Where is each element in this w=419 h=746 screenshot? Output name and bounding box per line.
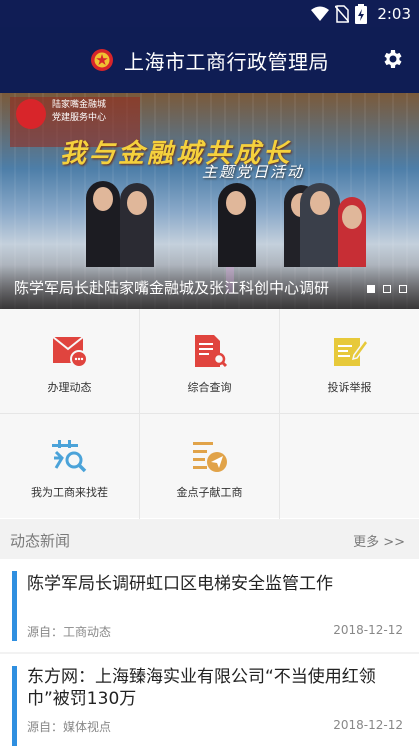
grid-divider [139,309,140,519]
news-item[interactable]: 东方网：上海臻海实业有限公司“不当使用红领巾”被罚130万 源自：媒体视点 20… [0,654,419,746]
news-accent-bar [12,571,17,641]
person-head [127,191,147,215]
func-label: 金点子献工商 [176,486,243,499]
emblem-icon [91,49,113,71]
carousel-indicators [367,285,407,293]
person-head [226,191,246,215]
news-title: 东方网：上海臻海实业有限公司“不当使用红领巾”被罚130万 [27,667,376,709]
func-complaint[interactable]: 投诉举报 [280,309,419,413]
app-title: 上海市工商行政管理局 [124,49,329,74]
status-bar: 2:03 [0,0,419,27]
grid-divider [279,309,280,519]
app-bar: 上海市工商行政管理局 [0,27,419,93]
func-search[interactable]: 综合查询 [140,309,279,413]
banner-caption: 陈学军局长赴陆家嘴金融城及张江科创中心调研 [14,279,330,297]
magnifier-tree-icon [51,440,86,473]
more-news-link[interactable]: 更多 >> [353,531,405,550]
func-progress[interactable]: 办理动态 [0,309,139,413]
news-source: 源自：媒体视点 [27,720,112,734]
news-section-title: 动态新闻 [10,532,71,550]
news-date: 2018-12-12 [333,623,403,637]
battery-icon [355,4,368,24]
status-icons: 2:03 [311,4,411,24]
edit-document-icon [333,338,368,366]
news-accent-bar [12,666,17,746]
function-grid: 办理动态 综合查询 投诉举报 我为工商来找茬 金点子献工商 [0,309,419,519]
func-label: 办理动态 [47,381,92,394]
func-suggestion[interactable]: 金点子献工商 [140,414,279,518]
grid-divider [0,413,419,414]
settings-gear-icon[interactable] [381,47,405,71]
carousel-dot[interactable] [399,285,407,293]
func-label: 综合查询 [187,381,232,394]
news-item[interactable]: 陈学军局长调研虹口区电梯安全监管工作 源自：工商动态 2018-12-12 [0,559,419,652]
person-head [310,191,330,215]
func-empty [280,414,419,518]
person-head [342,205,362,229]
news-source: 源自：工商动态 [27,625,112,639]
news-date: 2018-12-12 [333,718,403,732]
send-list-icon [192,442,227,472]
banner-carousel[interactable]: 陆家嘴金融城 党建服务中心 我与金融城共成长 主题党日活动 陈学军局长赴陆家嘴金… [0,93,419,309]
mail-chat-icon [51,336,88,368]
clock: 2:03 [377,5,411,23]
func-findfault[interactable]: 我为工商来找茬 [0,414,139,518]
news-title: 陈学军局长调研虹口区电梯安全监管工作 [27,574,333,594]
func-label: 我为工商来找茬 [31,486,108,499]
wifi-icon [311,6,330,21]
carousel-dot[interactable] [383,285,391,293]
func-label: 投诉举报 [327,381,372,394]
news-section-header: 动态新闻 更多 >> [0,519,419,559]
carousel-dot[interactable] [367,285,375,293]
no-sim-icon [335,5,350,23]
person-head [93,187,113,211]
document-search-icon [194,335,227,368]
